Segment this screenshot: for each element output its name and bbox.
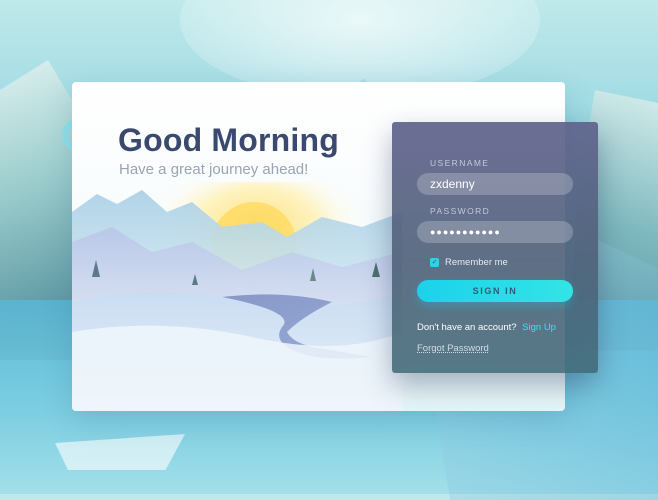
username-value: zxdenny (430, 177, 475, 191)
remember-me-row[interactable]: ✓ Remember me (430, 257, 508, 268)
forgot-password-link[interactable]: Forgot Password (417, 343, 489, 354)
sign-up-link[interactable]: Sign Up (522, 322, 556, 333)
check-icon[interactable]: ✓ (430, 258, 439, 267)
signup-prompt: Don't have an account? Sign Up (417, 322, 556, 333)
sign-in-button[interactable]: SIGN IN (417, 280, 573, 302)
remember-me-label: Remember me (445, 257, 508, 268)
password-value: ●●●●●●●●●●● (430, 227, 501, 237)
sunrise-landscape-illustration (72, 182, 402, 411)
username-field[interactable]: zxdenny (417, 173, 573, 195)
password-field[interactable]: ●●●●●●●●●●● (417, 221, 573, 243)
greeting-subtitle: Have a great journey ahead! (119, 161, 309, 178)
greeting-title: Good Morning (118, 122, 340, 158)
username-label: USERNAME (430, 158, 490, 168)
password-label: PASSWORD (430, 206, 491, 216)
no-account-text: Don't have an account? (417, 322, 517, 333)
login-panel: USERNAME zxdenny PASSWORD ●●●●●●●●●●● ✓ … (392, 122, 598, 373)
